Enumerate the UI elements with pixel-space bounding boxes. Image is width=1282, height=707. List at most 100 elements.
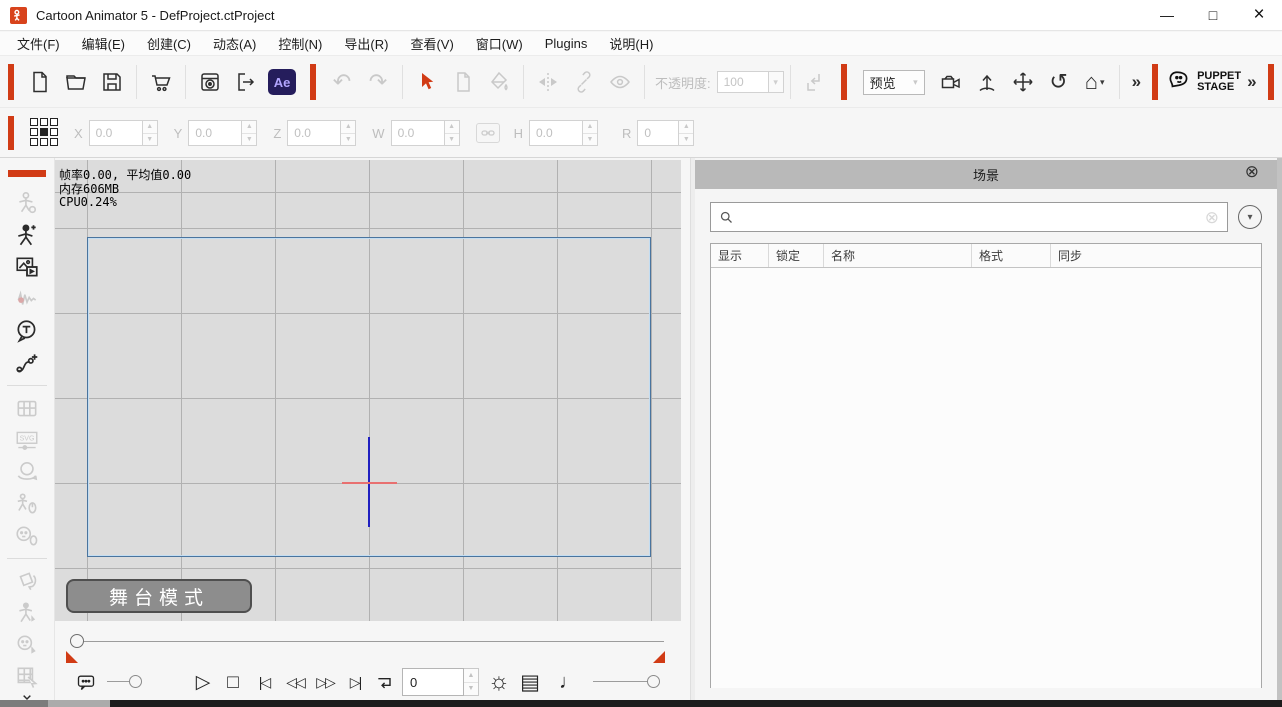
content-store-button[interactable] <box>143 63 179 101</box>
range-start-marker[interactable] <box>66 651 78 663</box>
track-list-button[interactable]: ▤ <box>516 668 544 696</box>
rotate-view-button[interactable]: ↺ <box>1041 63 1077 101</box>
body-key-edit-button[interactable] <box>10 597 44 629</box>
face-key-edit-button[interactable] <box>10 629 44 661</box>
zoom-view-button[interactable] <box>969 63 1005 101</box>
column-lock[interactable]: 锁定 <box>769 244 824 267</box>
w-input[interactable]: 0.0 <box>391 120 445 146</box>
stop-button[interactable]: □ <box>220 668 246 696</box>
column-name[interactable]: 名称 <box>824 244 972 267</box>
caption-button[interactable] <box>73 669 99 695</box>
scene-panel-close-icon[interactable]: ⊗ <box>1245 163 1259 180</box>
menu-file[interactable]: 文件(F) <box>6 32 71 55</box>
search-filter-dropdown[interactable]: ▾ <box>1238 205 1262 229</box>
frame-number-spinner[interactable]: ▲▼ <box>464 668 479 696</box>
menu-edit[interactable]: 编辑(E) <box>71 32 136 55</box>
horizontal-scrollbar[interactable] <box>0 700 110 707</box>
pan-view-button[interactable] <box>1005 63 1041 101</box>
h-input[interactable]: 0.0 <box>529 120 583 146</box>
scrollbar-thumb[interactable] <box>0 700 48 707</box>
head-360-button[interactable] <box>10 456 44 488</box>
scene-search-box[interactable]: ⊗ <box>710 202 1228 232</box>
play-button[interactable]: ▷ <box>190 668 216 696</box>
after-effects-button[interactable]: Ae <box>264 63 300 101</box>
actor-template-button[interactable] <box>10 187 44 219</box>
text-bubble-button[interactable] <box>10 315 44 347</box>
eye-button[interactable] <box>602 63 638 101</box>
previous-frame-button[interactable]: ◁◁ <box>281 668 309 696</box>
motion-library-button[interactable] <box>10 392 44 424</box>
r-input[interactable]: 0 <box>637 120 679 146</box>
go-to-start-button[interactable]: |◁ <box>250 668 278 696</box>
open-project-button[interactable] <box>58 63 94 101</box>
column-sync[interactable]: 同步 <box>1051 244 1261 267</box>
scene-table-body[interactable] <box>711 268 1261 688</box>
panel-scrollbar[interactable] <box>1277 158 1282 700</box>
z-spinner[interactable]: ▲▼ <box>341 120 356 146</box>
opacity-dropdown[interactable]: ▾ <box>769 71 784 93</box>
face-puppet-button[interactable] <box>10 520 44 552</box>
scene-panel-titlebar[interactable]: 场景 <box>695 160 1277 189</box>
link-button[interactable] <box>566 63 602 101</box>
svg-tool-button[interactable]: SVG <box>10 424 44 456</box>
volume-slider-track[interactable] <box>593 681 651 682</box>
character-creator-button[interactable] <box>10 219 44 251</box>
r-spinner[interactable]: ▲▼ <box>679 120 694 146</box>
redo-button[interactable]: ↷ <box>360 63 396 101</box>
menu-help[interactable]: 说明(H) <box>598 32 664 55</box>
minimize-button[interactable]: — <box>1144 0 1190 30</box>
undo-button[interactable]: ↶ <box>324 63 360 101</box>
opacity-input[interactable]: 100 <box>717 71 769 93</box>
layer-manager-button[interactable] <box>10 661 44 693</box>
search-clear-icon[interactable]: ⊗ <box>1205 209 1219 226</box>
y-input[interactable]: 0.0 <box>188 120 242 146</box>
close-button[interactable]: × <box>1236 0 1282 30</box>
select-tool-button[interactable] <box>409 63 445 101</box>
motion-path-button[interactable] <box>10 347 44 379</box>
body-puppet-button[interactable] <box>10 488 44 520</box>
playback-settings-button[interactable]: ☼ <box>485 668 513 696</box>
go-to-end-button[interactable]: ▷| <box>341 668 369 696</box>
frame-number-input[interactable]: 0 <box>402 668 464 696</box>
w-spinner[interactable]: ▲▼ <box>445 120 460 146</box>
z-input[interactable]: 0.0 <box>287 120 341 146</box>
menu-plugins[interactable]: Plugins <box>534 34 599 53</box>
menu-window[interactable]: 窗口(W) <box>465 32 534 55</box>
x-input[interactable]: 0.0 <box>89 120 143 146</box>
stage-canvas[interactable]: 帧率0.00, 平均值0.00内存606MBCPU0.24% 舞台模式 <box>55 160 681 621</box>
maximize-button[interactable]: □ <box>1190 0 1236 30</box>
save-project-button[interactable] <box>94 63 130 101</box>
column-show[interactable]: 显示 <box>711 244 769 267</box>
export-button[interactable] <box>228 63 264 101</box>
prop-rotate-button[interactable] <box>10 565 44 597</box>
flip-button[interactable] <box>530 63 566 101</box>
link-wh-icon[interactable] <box>476 123 500 143</box>
camera-preview-dropdown[interactable]: 预览 ▾ <box>863 70 925 95</box>
apply-pose-button[interactable] <box>797 63 833 101</box>
caption-slider-knob[interactable] <box>129 675 142 688</box>
paint-bucket-button[interactable] <box>481 63 517 101</box>
column-format[interactable]: 格式 <box>972 244 1051 267</box>
scene-snapshot-button[interactable] <box>445 63 481 101</box>
anchor-point-selector[interactable] <box>30 118 60 148</box>
scene-search-input[interactable] <box>740 210 1205 225</box>
y-spinner[interactable]: ▲▼ <box>242 120 257 146</box>
loop-button[interactable] <box>371 668 399 696</box>
render-preview-button[interactable] <box>192 63 228 101</box>
menu-animation[interactable]: 动态(A) <box>202 32 267 55</box>
home-view-button[interactable]: ⌂▾ <box>1077 63 1113 101</box>
volume-slider-knob[interactable] <box>647 675 660 688</box>
new-project-button[interactable] <box>22 63 58 101</box>
menu-view[interactable]: 查看(V) <box>399 32 464 55</box>
menu-create[interactable]: 创建(C) <box>136 32 202 55</box>
range-end-marker[interactable] <box>653 651 665 663</box>
menu-export[interactable]: 导出(R) <box>333 32 399 55</box>
menu-control[interactable]: 控制(N) <box>267 32 333 55</box>
timeline-track[interactable] <box>78 641 664 642</box>
media-button[interactable] <box>10 251 44 283</box>
puppet-stage-button[interactable]: PUPPET STAGE » <box>1166 69 1261 95</box>
more-tools-button[interactable]: » <box>1126 72 1146 92</box>
audio-button[interactable] <box>10 283 44 315</box>
audio-mute-button[interactable]: ♩ <box>557 668 581 696</box>
h-spinner[interactable]: ▲▼ <box>583 120 598 146</box>
